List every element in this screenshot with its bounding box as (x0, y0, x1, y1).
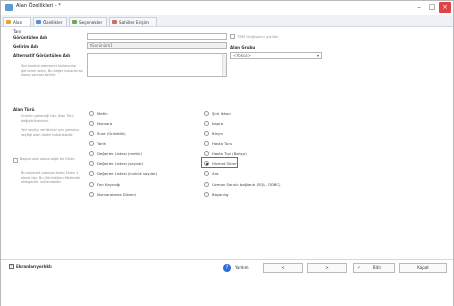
alt-display-label: Alternatif Görüntülen Adı (13, 53, 71, 58)
advanced-label: Ekranlarıyorlıklı (16, 264, 52, 269)
radio-button[interactable] (204, 171, 209, 176)
close-dialog-button[interactable]: Kapat (399, 263, 447, 273)
alt-display-textarea[interactable] (87, 53, 227, 77)
tab-sahiller-erisim[interactable]: Sahiller Erişim (109, 17, 157, 26)
access-icon (112, 20, 117, 24)
display-name-input[interactable] (87, 33, 227, 40)
advanced-checkbox[interactable]: ✓ (9, 263, 15, 269)
radio-button[interactable] (89, 192, 94, 197)
tab-label: Sahiller Erişim (119, 20, 149, 25)
tab-label: Özellikler (43, 20, 63, 25)
field-name-input[interactable]: fGorünüm1 (87, 42, 227, 49)
selection-highlight (201, 157, 238, 168)
title-bar: Alan Özellikleri - * – □ × (1, 1, 453, 15)
tab-alan-tani[interactable]: Alan Tanı (3, 17, 31, 34)
radio-button[interactable] (89, 131, 94, 136)
scrollbar[interactable] (222, 54, 226, 76)
window-title: Alan Özellikleri - * (16, 3, 61, 9)
radio-button[interactable] (204, 131, 209, 136)
check-icon: ✓ (357, 265, 362, 271)
tab-label: Alan Tanı (13, 20, 23, 34)
radio-button[interactable] (204, 121, 209, 126)
field-type-note2: Yeri seçtiyi verileriniz için yalnızca s… (21, 128, 79, 137)
field-name-label: Gelirim Adı (13, 44, 38, 49)
field-group-value: <Yoksa> (233, 53, 251, 58)
help-label[interactable]: Yardım (235, 265, 248, 270)
dialog-window: Alan Özellikleri - * – □ × Alan Tanı Öze… (0, 0, 454, 306)
maximize-button[interactable]: □ (426, 2, 438, 13)
dependent-label: Başvurulan alana bağlı bir Eklen (20, 157, 75, 161)
radio-button[interactable] (89, 111, 94, 116)
finish-button[interactable]: ✓ Bitir (353, 263, 395, 273)
tab-label: Seçenekler (79, 20, 103, 25)
radio-button[interactable] (204, 141, 209, 146)
tab-secenekler[interactable]: Seçenekler (69, 17, 107, 26)
dependent-checkbox[interactable] (13, 158, 18, 163)
radio-button[interactable] (89, 121, 94, 126)
radio-button[interactable] (89, 151, 94, 156)
radio-button[interactable] (89, 161, 94, 166)
display-name-label: Görüntülen Adı (13, 35, 48, 40)
radio-button[interactable] (89, 171, 94, 176)
field-group-label: Alan Grubu (230, 45, 256, 50)
minimize-button[interactable]: – (413, 2, 425, 13)
prev-button[interactable]: < (263, 263, 303, 273)
tbm-label: TBM Değişkeni gizlidir (237, 34, 279, 39)
app-icon (5, 4, 13, 11)
tbm-checkbox[interactable] (230, 34, 235, 39)
chevron-down-icon: ▾ (316, 53, 319, 58)
field-group-select[interactable]: <Yoksa> ▾ (230, 52, 322, 59)
radio-button[interactable] (204, 111, 209, 116)
radio-button[interactable] (89, 141, 94, 146)
next-button[interactable]: > (307, 263, 347, 273)
alt-display-note: Sizi kontrol ederseniz kullanıcılar görü… (21, 64, 83, 78)
dependent-note: Bu seçenek ardında kalan Eklen 1 ekrok t… (21, 171, 81, 185)
radio-button[interactable] (204, 151, 209, 156)
field-type-note1: Ürünün göreceği tipi. Alan Türü değişikl… (21, 114, 74, 123)
radio-button[interactable] (204, 182, 209, 187)
check-icon: ✓ (10, 263, 15, 269)
radio-button[interactable] (204, 192, 209, 197)
close-button[interactable]: × (439, 2, 451, 13)
options-icon (72, 20, 77, 24)
properties-icon (36, 20, 41, 24)
radio-button[interactable] (89, 182, 94, 187)
help-icon[interactable]: ? (223, 264, 231, 272)
field-icon (6, 20, 11, 24)
tab-ozellikler[interactable]: Özellikler (33, 17, 67, 26)
tab-strip: Alan Tanı Özellikler Seçenekler Sahiller… (1, 15, 453, 34)
finish-label: Bitir (372, 265, 382, 270)
footer-bar: ✓ Ekranlarıyorlıklı ? Yardım < > ✓ Bitir… (1, 259, 453, 306)
field-type-label: Alan Türü (13, 107, 35, 112)
